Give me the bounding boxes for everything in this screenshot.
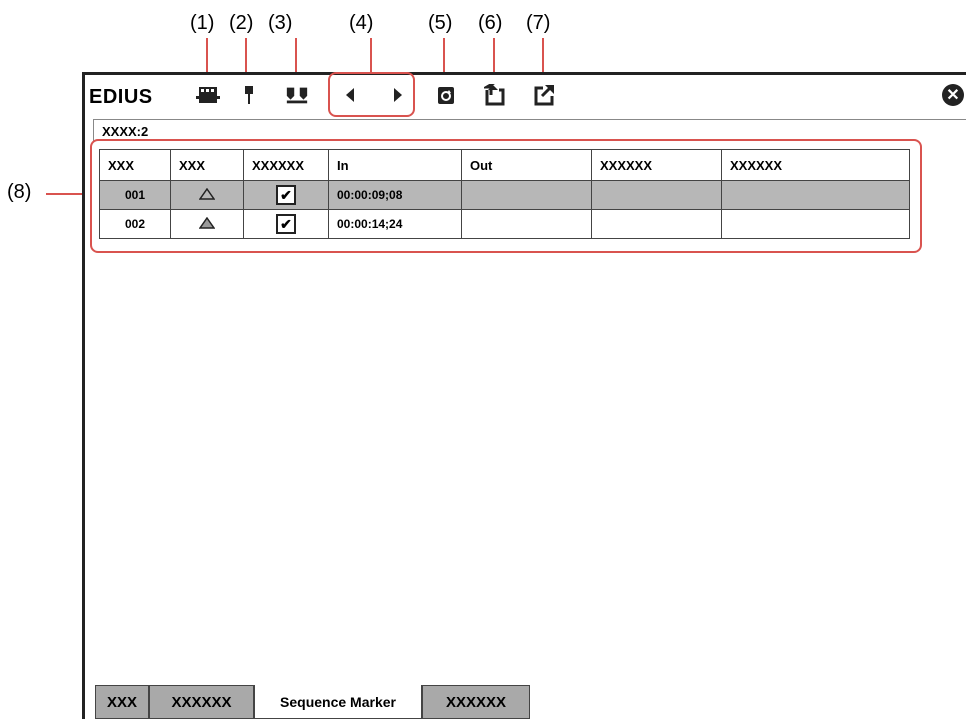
checkmark-icon: ✔ xyxy=(276,214,296,234)
column-header[interactable]: XXX xyxy=(170,149,244,181)
prev-arrow-icon[interactable] xyxy=(338,83,362,107)
export-icon[interactable] xyxy=(532,83,556,107)
clip-label-bar: XXXX:2 xyxy=(93,119,966,142)
marker-pin-icon[interactable] xyxy=(237,83,261,107)
callout-7: (7) xyxy=(526,12,551,34)
table-cell xyxy=(591,180,722,210)
marker-checkbox[interactable]: ✔ xyxy=(243,180,329,210)
callout-5: (5) xyxy=(428,12,453,34)
table-cell xyxy=(721,209,910,239)
split-marker-icon[interactable] xyxy=(285,83,309,107)
callout-8: (8) xyxy=(7,181,32,203)
marker-checkbox[interactable]: ✔ xyxy=(243,209,329,239)
marker-table: XXX XXX XXXXXX In Out XXXXXX XXXXXX 001 … xyxy=(99,149,910,239)
tab-sequence-marker[interactable]: Sequence Marker xyxy=(254,685,422,719)
column-header[interactable]: XXXXXX xyxy=(591,149,722,181)
filled-triangle-icon xyxy=(170,209,244,239)
callout-6: (6) xyxy=(478,12,503,34)
tab-4[interactable]: XXXXXX xyxy=(422,685,530,719)
film-strip-icon[interactable] xyxy=(196,83,220,107)
marker-number: 002 xyxy=(99,209,171,239)
table-cell xyxy=(591,209,722,239)
marker-panel: EDIUS ✕ XXXX:2 XXX XXX XXXXXX In Out XXX… xyxy=(82,72,966,719)
table-row[interactable]: 002 ✔ 00:00:14;24 xyxy=(99,209,910,239)
hollow-triangle-icon xyxy=(170,180,244,210)
tab-2[interactable]: XXXXXX xyxy=(149,685,254,719)
marker-number: 001 xyxy=(99,180,171,210)
import-icon[interactable] xyxy=(483,83,507,107)
out-timecode xyxy=(461,209,592,239)
table-cell xyxy=(721,180,910,210)
app-logo: EDIUS xyxy=(89,86,153,108)
clip-label: XXXX:2 xyxy=(102,124,149,139)
callout-3: (3) xyxy=(268,12,293,34)
column-header-out[interactable]: Out xyxy=(461,149,592,181)
close-icon[interactable]: ✕ xyxy=(942,84,964,106)
refresh-icon[interactable] xyxy=(434,83,458,107)
column-header[interactable]: XXXXXX xyxy=(243,149,329,181)
out-timecode xyxy=(461,180,592,210)
next-arrow-icon[interactable] xyxy=(386,83,410,107)
column-header-in[interactable]: In xyxy=(328,149,462,181)
callout-line-4 xyxy=(370,38,372,74)
in-timecode: 00:00:09;08 xyxy=(328,180,462,210)
column-header[interactable]: XXXXXX xyxy=(721,149,910,181)
column-header[interactable]: XXX xyxy=(99,149,171,181)
table-row[interactable]: 001 ✔ 00:00:09;08 xyxy=(99,180,910,210)
checkmark-icon: ✔ xyxy=(276,185,296,205)
tab-1[interactable]: XXX xyxy=(95,685,149,719)
toolbar: EDIUS ✕ xyxy=(85,75,966,113)
callout-2: (2) xyxy=(229,12,254,34)
callout-4: (4) xyxy=(349,12,374,34)
table-header-row: XXX XXX XXXXXX In Out XXXXXX XXXXXX xyxy=(99,149,910,181)
in-timecode: 00:00:14;24 xyxy=(328,209,462,239)
callout-1: (1) xyxy=(190,12,215,34)
